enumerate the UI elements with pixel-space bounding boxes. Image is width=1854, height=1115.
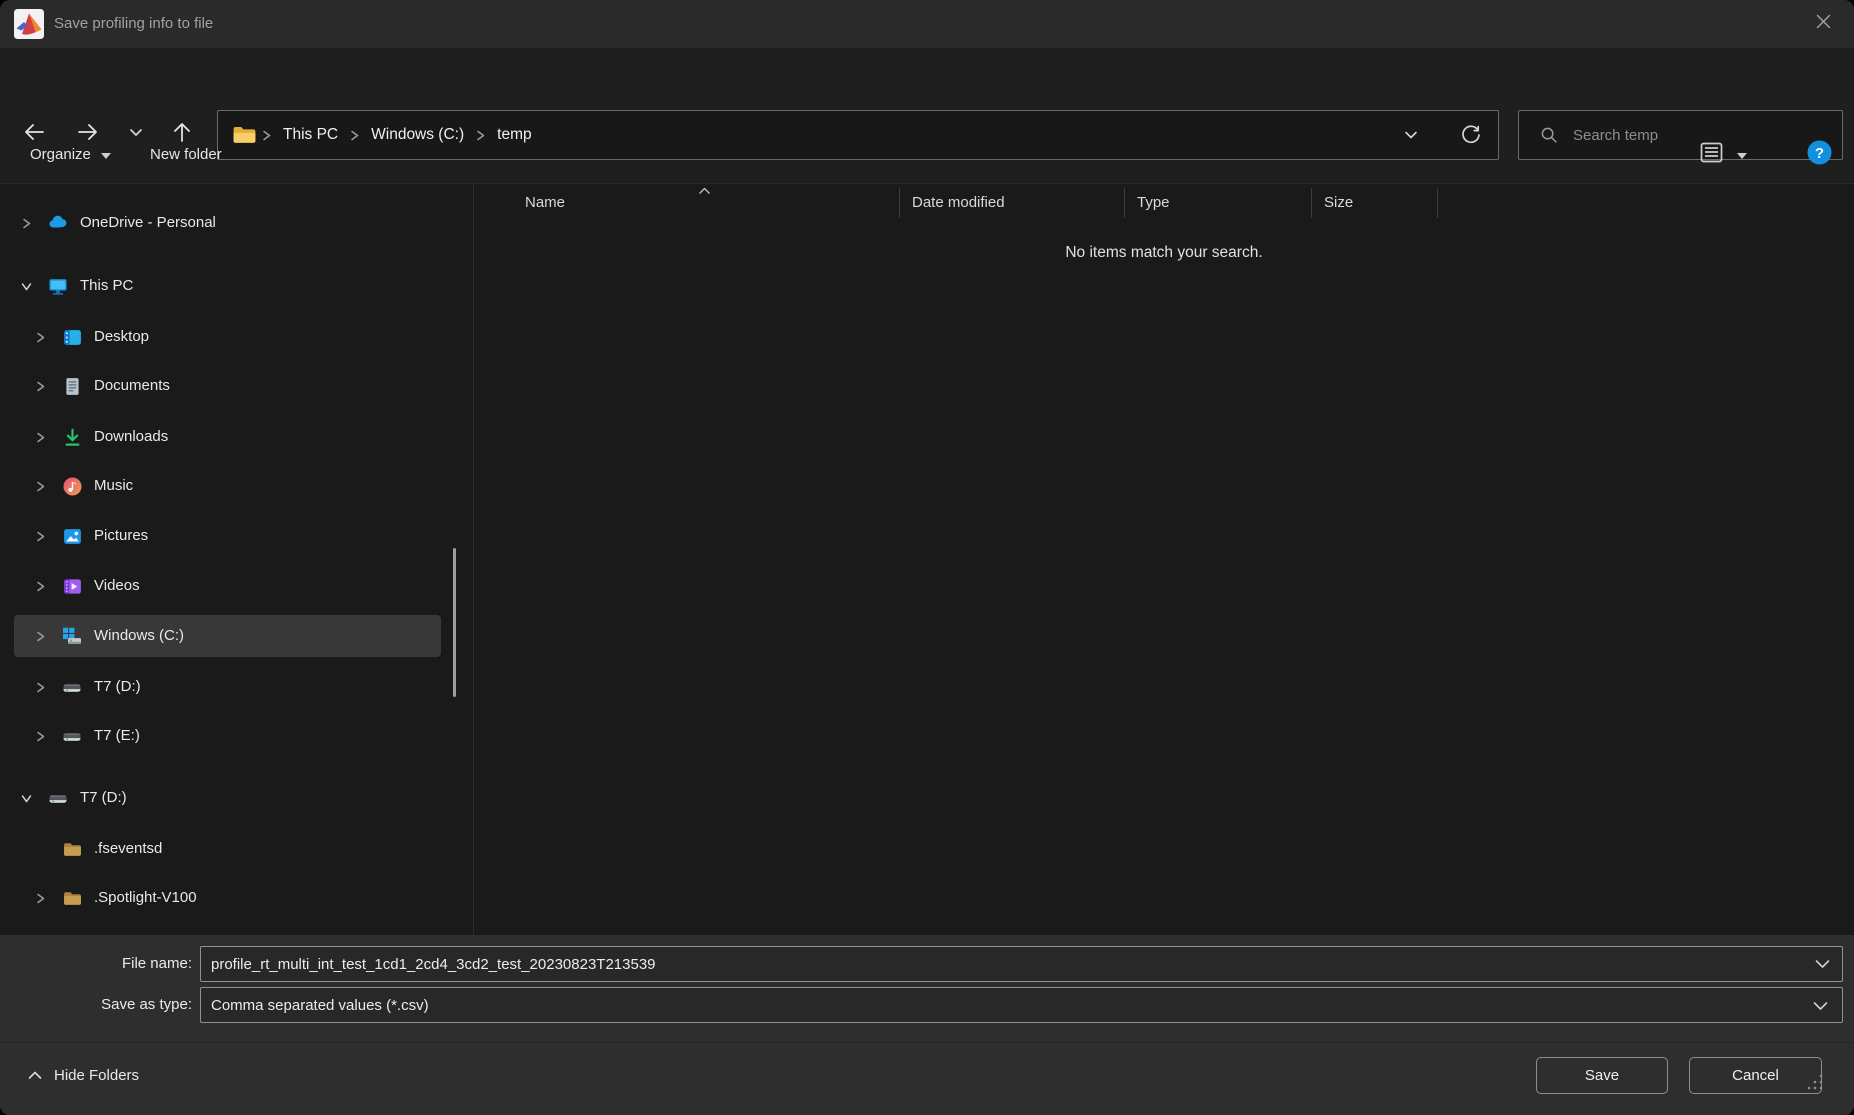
close-button[interactable] [1800, 2, 1846, 46]
sidebar-item-label: Pictures [94, 515, 148, 557]
chevron-right-icon[interactable] [31, 577, 49, 595]
chevron-right-icon[interactable] [31, 889, 49, 907]
external-drive-icon [61, 676, 83, 698]
empty-folder-message: No items match your search. [474, 244, 1854, 262]
chevron-right-icon[interactable] [31, 727, 49, 745]
sidebar-item-label: This PC [80, 265, 133, 307]
sidebar-scrollbar[interactable] [453, 548, 456, 697]
help-button[interactable]: ? [1806, 125, 1833, 184]
chevron-right-icon[interactable] [31, 328, 49, 346]
sidebar-item-label: Videos [94, 565, 140, 607]
chevron-up-icon [28, 1067, 42, 1084]
sidebar-item-t7-d[interactable]: T7 (D:) [14, 777, 441, 819]
dropdown-triangle-icon [1737, 146, 1747, 164]
documents-icon [61, 375, 83, 397]
chevron-right-icon[interactable] [31, 627, 49, 645]
sidebar-item-fseventsd[interactable]: .fseventsd [14, 828, 441, 870]
file-name-dropdown-icon[interactable] [1815, 946, 1830, 982]
sidebar-item-label: .fseventsd [94, 828, 162, 870]
view-options-button[interactable] [1698, 125, 1747, 184]
external-drive-icon [47, 787, 69, 809]
content-area: OneDrive - Personal This PC Desktop Documen… [0, 184, 1854, 935]
organize-label: Organize [30, 146, 91, 163]
sidebar-item-label: T7 (D:) [94, 666, 141, 708]
cancel-button[interactable]: Cancel [1689, 1057, 1822, 1094]
videos-icon [61, 575, 83, 597]
sidebar-item-label: Desktop [94, 316, 149, 358]
column-header-size[interactable]: Size [1312, 188, 1438, 218]
save-as-type-value: Comma separated values (*.csv) [211, 997, 429, 1014]
sidebar-item-desktop[interactable]: Desktop [14, 316, 441, 358]
chevron-down-icon[interactable] [17, 277, 35, 295]
column-header-row: NameDate modifiedTypeSize [474, 186, 1438, 220]
sidebar-item-pictures[interactable]: Pictures [14, 515, 441, 557]
sidebar-item-label: Music [94, 465, 133, 507]
command-toolbar: Organize New folder ? [0, 125, 1854, 184]
external-drive-icon [61, 725, 83, 747]
sidebar-item-windows-c[interactable]: Windows (C:) [14, 615, 441, 657]
file-list-pane: NameDate modifiedTypeSize No items match… [474, 184, 1854, 935]
downloads-icon [61, 426, 83, 448]
sidebar-item-label: .Spotlight-V100 [94, 877, 197, 919]
music-icon [61, 475, 83, 497]
window-title: Save profiling info to file [54, 0, 213, 48]
column-header-name[interactable]: Name [474, 188, 900, 218]
sidebar-item-documents[interactable]: Documents [14, 365, 441, 407]
matlab-app-icon [14, 9, 44, 39]
sidebar-item-label: Documents [94, 365, 170, 407]
chevron-right-icon[interactable] [31, 527, 49, 545]
sidebar-item-videos[interactable]: Videos [14, 565, 441, 607]
folder-icon [61, 838, 83, 860]
svg-text:?: ? [1815, 145, 1824, 162]
onedrive-icon [47, 212, 69, 234]
resize-grip[interactable] [1806, 1073, 1824, 1096]
sidebar-item-onedrive-personal[interactable]: OneDrive - Personal [14, 202, 441, 244]
chevron-right-icon[interactable] [31, 377, 49, 395]
chevron-down-icon [1813, 988, 1828, 1024]
hide-folders-button[interactable]: Hide Folders [28, 1057, 139, 1093]
new-folder-button[interactable]: New folder [150, 125, 222, 184]
chevron-right-icon[interactable] [17, 214, 35, 232]
folder-icon [61, 887, 83, 909]
sidebar-item-t7-e[interactable]: T7 (E:) [14, 715, 441, 757]
navigation-pane: OneDrive - Personal This PC Desktop Documen… [0, 184, 473, 935]
chevron-right-icon[interactable] [31, 428, 49, 446]
sidebar-item-label: T7 (D:) [80, 777, 127, 819]
sort-ascending-icon [698, 182, 711, 200]
sidebar-item-spotlight-v100[interactable]: .Spotlight-V100 [14, 877, 441, 919]
windows-drive-icon [61, 625, 83, 647]
chevron-right-icon[interactable] [31, 477, 49, 495]
dropdown-triangle-icon [101, 146, 111, 163]
desktop-icon [61, 326, 83, 348]
sidebar-item-music[interactable]: Music [14, 465, 441, 507]
chevron-right-icon[interactable] [31, 678, 49, 696]
sidebar-item-label: T7 (E:) [94, 715, 140, 757]
save-dialog-window: Save profiling info to file [0, 0, 1854, 1115]
sidebar-item-downloads[interactable]: Downloads [14, 416, 441, 458]
dialog-footer: Hide Folders Save Cancel [0, 1042, 1854, 1115]
sidebar-item-label: Windows (C:) [94, 615, 184, 657]
file-fields-panel: File name: Save as type: Comma separated… [0, 935, 1854, 1115]
column-header-type[interactable]: Type [1125, 188, 1312, 218]
this-pc-icon [47, 275, 69, 297]
close-icon [1814, 12, 1833, 36]
save-as-type-select[interactable]: Comma separated values (*.csv) [200, 987, 1843, 1023]
title-bar: Save profiling info to file [0, 0, 1854, 48]
help-icon: ? [1806, 139, 1833, 171]
organize-button[interactable]: Organize [30, 125, 111, 184]
file-name-input[interactable] [200, 946, 1843, 982]
sidebar-item-label: OneDrive - Personal [80, 202, 216, 244]
pictures-icon [61, 525, 83, 547]
chevron-down-icon[interactable] [17, 789, 35, 807]
column-header-date-modified[interactable]: Date modified [900, 188, 1125, 218]
file-name-label: File name: [0, 946, 192, 982]
details-view-icon [1698, 139, 1725, 171]
sidebar-item-label: Downloads [94, 416, 168, 458]
save-as-type-label: Save as type: [0, 987, 192, 1023]
save-button[interactable]: Save [1536, 1057, 1668, 1094]
sidebar-item-t7-d[interactable]: T7 (D:) [14, 666, 441, 708]
hide-folders-label: Hide Folders [54, 1067, 139, 1084]
sidebar-item-this-pc[interactable]: This PC [14, 265, 441, 307]
new-folder-label: New folder [150, 146, 222, 163]
